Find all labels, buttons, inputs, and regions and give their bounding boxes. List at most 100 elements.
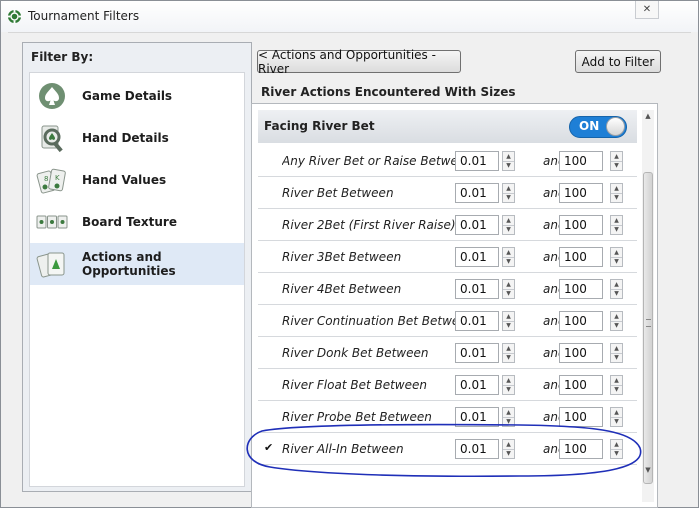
stepper-down-icon[interactable]: ▼: [611, 449, 622, 458]
stepper-down-icon[interactable]: ▼: [503, 385, 514, 394]
scroll-up-icon[interactable]: ▲: [642, 110, 654, 122]
max-value-input[interactable]: 100: [559, 183, 603, 203]
min-stepper[interactable]: ▲ ▼: [502, 311, 515, 331]
checkmark-icon[interactable]: ✔: [264, 441, 276, 454]
min-stepper[interactable]: ▲ ▼: [502, 439, 515, 459]
stepper-down-icon[interactable]: ▼: [611, 353, 622, 362]
max-stepper[interactable]: ▲ ▼: [610, 311, 623, 331]
filter-row[interactable]: River 2Bet (First River Raise) Between0.…: [258, 209, 637, 241]
max-value-input[interactable]: 100: [559, 247, 603, 267]
stepper-down-icon[interactable]: ▼: [611, 321, 622, 330]
filter-by-label: Filter By:: [31, 50, 94, 64]
max-value-input[interactable]: 100: [559, 343, 603, 363]
facing-river-bet-header: Facing River Bet ON: [258, 110, 637, 143]
filter-row[interactable]: River Float Bet Between 0.01 ▲ ▼ and 100 ▲ ▼: [258, 369, 637, 401]
max-stepper[interactable]: ▲ ▼: [610, 343, 623, 363]
max-stepper[interactable]: ▲ ▼: [610, 151, 623, 171]
close-icon: ✕: [642, 4, 652, 15]
stepper-down-icon[interactable]: ▼: [611, 385, 622, 394]
stepper-down-icon[interactable]: ▼: [503, 417, 514, 426]
row-label: River 3Bet Between: [282, 250, 402, 264]
add-to-filter-button[interactable]: Add to Filter: [575, 50, 661, 73]
max-value-input[interactable]: 100: [559, 279, 603, 299]
filter-item-hand-details[interactable]: Hand Details: [30, 117, 244, 159]
min-value-input[interactable]: 0.01: [455, 311, 499, 331]
min-value-input[interactable]: 0.01: [455, 375, 499, 395]
filter-row[interactable]: River 3Bet Between 0.01 ▲ ▼ and 100 ▲ ▼: [258, 241, 637, 273]
section-title: River Actions Encountered With Sizes: [261, 85, 516, 99]
group-toggle[interactable]: ON: [569, 116, 627, 138]
min-stepper[interactable]: ▲ ▼: [502, 183, 515, 203]
min-stepper[interactable]: ▲ ▼: [502, 279, 515, 299]
stepper-down-icon[interactable]: ▼: [611, 257, 622, 266]
stepper-down-icon[interactable]: ▼: [503, 289, 514, 298]
filter-item-label: Game Details: [82, 89, 173, 103]
stepper-down-icon[interactable]: ▼: [611, 289, 622, 298]
min-value-input[interactable]: 0.01: [455, 215, 499, 235]
filter-row[interactable]: River 4Bet Between 0.01 ▲ ▼ and 100 ▲ ▼: [258, 273, 637, 305]
filter-row[interactable]: River Probe Bet Between 0.01 ▲ ▼ and 100 ▲ ▼: [258, 401, 637, 433]
filter-item-hand-values[interactable]: 8 K Hand Values: [30, 159, 244, 201]
min-stepper[interactable]: ▲ ▼: [502, 151, 515, 171]
min-value-input[interactable]: 0.01: [455, 183, 499, 203]
filter-item-game-details[interactable]: Game Details: [30, 75, 244, 117]
stepper-down-icon[interactable]: ▼: [503, 193, 514, 202]
min-value-input[interactable]: 0.01: [455, 151, 499, 171]
river-actions-panel: Facing River Bet ON Any River Bet or Rai…: [251, 103, 658, 508]
max-stepper[interactable]: ▲ ▼: [610, 183, 623, 203]
max-value-input[interactable]: 100: [559, 215, 603, 235]
max-value-input[interactable]: 100: [559, 375, 603, 395]
vertical-scrollbar[interactable]: ▲ ▼: [642, 110, 654, 502]
filter-row[interactable]: River Bet Between 0.01 ▲ ▼ and 100 ▲ ▼: [258, 177, 637, 209]
max-stepper[interactable]: ▲ ▼: [610, 215, 623, 235]
min-value-input[interactable]: 0.01: [455, 279, 499, 299]
scroll-thumb[interactable]: [643, 172, 653, 484]
stepper-down-icon[interactable]: ▼: [503, 161, 514, 170]
max-stepper[interactable]: ▲ ▼: [610, 247, 623, 267]
row-label: Any River Bet or Raise Between: [282, 154, 460, 168]
back-to-actions-button[interactable]: < Actions and Opportunities - River: [257, 48, 461, 76]
row-label: River Donk Bet Between: [282, 346, 429, 360]
stepper-down-icon[interactable]: ▼: [611, 193, 622, 202]
min-stepper[interactable]: ▲ ▼: [502, 407, 515, 427]
min-stepper[interactable]: ▲ ▼: [502, 247, 515, 267]
toggle-knob: [606, 117, 625, 136]
min-value-input[interactable]: 0.01: [455, 343, 499, 363]
stepper-down-icon[interactable]: ▼: [503, 321, 514, 330]
window-title: Tournament Filters: [28, 9, 140, 23]
min-stepper[interactable]: ▲ ▼: [502, 215, 515, 235]
max-value-input[interactable]: 100: [559, 151, 603, 171]
group-title: Facing River Bet: [264, 119, 375, 133]
max-stepper[interactable]: ▲ ▼: [610, 279, 623, 299]
stepper-down-icon[interactable]: ▼: [611, 417, 622, 426]
filter-item-actions-and-opportunities[interactable]: Actions and Opportunities: [30, 243, 244, 285]
min-value-input[interactable]: 0.01: [455, 407, 499, 427]
svg-text:8: 8: [44, 175, 48, 183]
min-stepper[interactable]: ▲ ▼: [502, 343, 515, 363]
max-value-input[interactable]: 100: [559, 311, 603, 331]
stepper-down-icon[interactable]: ▼: [503, 449, 514, 458]
max-value-input[interactable]: 100: [559, 439, 603, 459]
min-value-input[interactable]: 0.01: [455, 439, 499, 459]
max-stepper[interactable]: ▲ ▼: [610, 407, 623, 427]
filter-item-label: Actions and Opportunities: [82, 250, 176, 278]
filter-row[interactable]: River Continuation Bet Between 0.01 ▲ ▼ and 1…: [258, 305, 637, 337]
filter-row[interactable]: Any River Bet or Raise Between 0.01 ▲ ▼ and 1…: [258, 145, 637, 177]
stepper-down-icon[interactable]: ▼: [503, 225, 514, 234]
filter-item-board-texture[interactable]: Board Texture: [30, 201, 244, 243]
stepper-down-icon[interactable]: ▼: [503, 353, 514, 362]
stepper-down-icon[interactable]: ▼: [503, 257, 514, 266]
min-value-input[interactable]: 0.01: [455, 247, 499, 267]
close-button[interactable]: ✕: [635, 1, 659, 19]
stepper-down-icon[interactable]: ▼: [611, 161, 622, 170]
max-stepper[interactable]: ▲ ▼: [610, 439, 623, 459]
filter-row[interactable]: ✔ River All-In Between 0.01 ▲ ▼ and 100 ▲ ▼: [258, 433, 637, 465]
filter-row[interactable]: River Donk Bet Between 0.01 ▲ ▼ and 100 ▲ ▼: [258, 337, 637, 369]
stepper-down-icon[interactable]: ▼: [611, 225, 622, 234]
min-stepper[interactable]: ▲ ▼: [502, 375, 515, 395]
scroll-down-icon[interactable]: ▼: [642, 464, 654, 476]
title-bar[interactable]: Tournament Filters ✕: [1, 1, 698, 32]
max-stepper[interactable]: ▲ ▼: [610, 375, 623, 395]
poker-chip-icon: [7, 9, 22, 24]
max-value-input[interactable]: 100: [559, 407, 603, 427]
